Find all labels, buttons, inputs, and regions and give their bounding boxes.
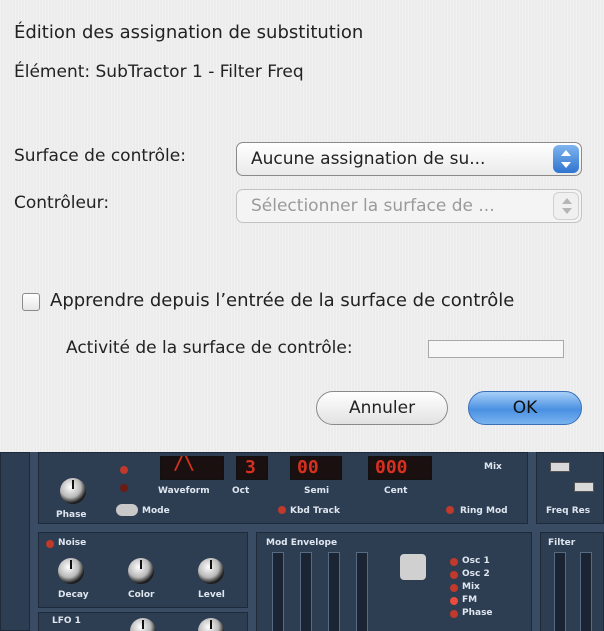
waveform-label: Waveform (158, 486, 210, 496)
noise-title: Noise (58, 538, 87, 548)
freq-fader-cap[interactable] (550, 462, 570, 472)
mod-env-release-fader[interactable] (356, 552, 368, 631)
ring-mod-label: Ring Mod (460, 506, 508, 516)
mod-env-sustain-fader[interactable] (328, 552, 340, 631)
ok-button[interactable]: OK (468, 391, 582, 425)
kbd-track-label: Kbd Track (290, 506, 340, 516)
oct-label: Oct (232, 486, 250, 496)
mod-target-osc2: Osc 2 (462, 569, 490, 579)
freq-res-label: Freq Res (546, 506, 591, 516)
cent-display: 000 (368, 456, 432, 480)
waveform-display: /\ (160, 453, 224, 480)
mix-label: Mix (484, 462, 502, 472)
filter-title: Filter (548, 538, 576, 548)
learn-checkbox-label[interactable]: Apprendre depuis l’entrée de la surface … (50, 290, 514, 311)
osc1-led-icon[interactable] (450, 558, 458, 566)
mod-target-fm: FM (462, 595, 478, 605)
surface-label: Surface de contrôle: (14, 146, 186, 166)
surface-popup[interactable]: Aucune assignation de su... (236, 142, 582, 176)
mod-target-osc1: Osc 1 (462, 556, 490, 566)
res-fader-cap[interactable] (574, 482, 594, 492)
noise-led-icon[interactable] (46, 540, 54, 548)
semi-display: 00 (290, 456, 342, 480)
filter-fader[interactable] (580, 552, 592, 631)
popup-stepper-icon (553, 145, 579, 173)
mod-target-phase: Phase (462, 608, 493, 618)
mode-label: Mode (142, 506, 170, 516)
noise-decay-knob[interactable] (58, 558, 84, 584)
led-icon (120, 466, 128, 474)
ring-mod-led-icon[interactable] (446, 506, 454, 514)
mode-switch[interactable] (116, 504, 138, 516)
controller-popup[interactable]: Sélectionner la surface de ... (236, 189, 582, 223)
controller-label: Contrôleur: (14, 193, 110, 213)
phase-led-icon[interactable] (450, 610, 458, 618)
mod-target-mix: Mix (462, 582, 480, 592)
activity-label: Activité de la surface de contrôle: (66, 338, 353, 358)
noise-level-knob[interactable] (198, 558, 224, 584)
surface-popup-value: Aucune assignation de su... (251, 149, 486, 169)
phase-knob[interactable] (60, 478, 86, 504)
mod-env-attack-fader[interactable] (272, 552, 284, 631)
filter-fader[interactable] (554, 552, 566, 631)
cent-label: Cent (384, 486, 408, 496)
mod-env-decay-fader[interactable] (300, 552, 312, 631)
kbd-track-led-icon[interactable] (278, 506, 286, 514)
learn-checkbox[interactable] (22, 293, 40, 311)
left-rack-strip (0, 452, 30, 631)
noise-decay-label: Decay (58, 590, 89, 600)
dialog-title: Édition des assignation de substitution (14, 22, 364, 43)
activity-meter (428, 340, 564, 358)
noise-level-label: Level (198, 590, 225, 600)
oct-display: 3 (236, 456, 268, 480)
substitution-assignment-dialog: Édition des assignation de substitution … (0, 0, 604, 452)
led-icon (120, 484, 128, 492)
osc2-led-icon[interactable] (450, 571, 458, 579)
phase-label: Phase (56, 510, 87, 520)
element-label: Élément: SubTractor 1 - Filter Freq (14, 62, 304, 82)
subtractor-panel: Phase Mode /\ Waveform 3 Oct 00 Semi 000… (0, 452, 604, 631)
mix-led-icon[interactable] (450, 584, 458, 592)
noise-color-knob[interactable] (128, 558, 154, 584)
popup-stepper-icon (553, 192, 579, 220)
mod-env-invert-button[interactable] (400, 554, 426, 580)
lfo-title: LFO 1 (52, 616, 81, 626)
noise-color-label: Color (128, 590, 155, 600)
cancel-button[interactable]: Annuler (316, 391, 448, 425)
fm-led-icon[interactable] (450, 597, 458, 605)
controller-popup-value: Sélectionner la surface de ... (251, 196, 495, 216)
mod-envelope-title: Mod Envelope (266, 538, 338, 548)
semi-label: Semi (304, 486, 330, 496)
